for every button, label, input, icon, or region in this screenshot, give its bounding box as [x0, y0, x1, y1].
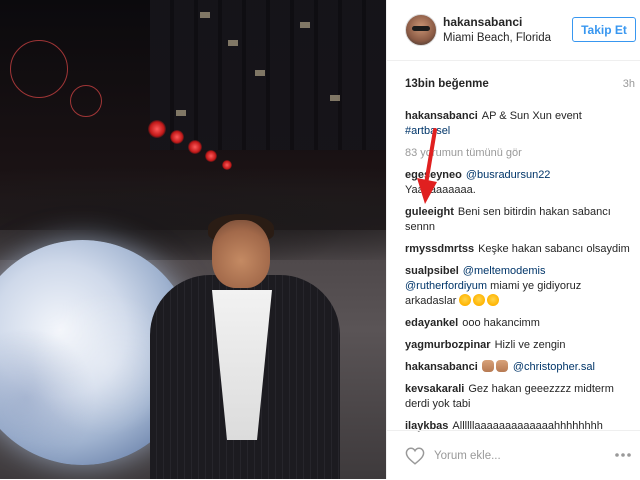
caption: hakansabanci AP & Sun Xun event #artbasel	[405, 109, 635, 139]
fist-bump-emoji-icon	[481, 360, 494, 372]
avatar-glasses	[412, 26, 430, 31]
photo-lamp	[188, 140, 202, 154]
comment-item: yagmurbozpinar Hizli ve zengin	[405, 338, 635, 353]
likes-count[interactable]: 13bin beğenme	[405, 78, 489, 90]
comment-footer	[387, 430, 640, 480]
comment-item: edayankel ooo hakancimm	[405, 316, 635, 331]
photo-window	[228, 40, 238, 46]
comment-username[interactable]: egeseyneo	[405, 169, 462, 181]
photo-window	[176, 110, 186, 116]
comment-list: hakansabanci AP & Sun Xun event #artbasel…	[405, 109, 635, 441]
photo-person	[150, 214, 340, 479]
mention-link[interactable]: @meltemodemis	[463, 265, 546, 277]
follow-button[interactable]: Takip Et	[572, 17, 636, 42]
mention-link[interactable]: @busradursun22	[466, 169, 551, 181]
comment-username[interactable]: hakansabanci	[405, 361, 478, 373]
comment-input[interactable]	[432, 446, 606, 466]
photo-lamp	[170, 130, 184, 144]
photo-face	[212, 220, 270, 288]
photo-sculpture	[70, 85, 102, 117]
heart-eyes-emoji-icon	[459, 294, 472, 306]
comment-username[interactable]: guleeight	[405, 206, 454, 218]
photo-lamp	[205, 150, 217, 162]
more-options-icon[interactable]	[613, 445, 633, 465]
comment-username[interactable]: yagmurbozpinar	[405, 339, 491, 351]
comment-text: ooo hakancimm	[462, 317, 540, 329]
comment-item: sualpsibel @meltemodemis @rutherfordiyum …	[405, 264, 635, 309]
mention-link[interactable]: @rutherfordiyum	[405, 280, 487, 292]
avatar[interactable]	[405, 14, 437, 46]
caption-username[interactable]: hakansabanci	[405, 110, 478, 122]
heart-eyes-emoji-icon	[473, 294, 486, 306]
comment-item: kevsakarali Gez hakan geeezzzz midterm de…	[405, 382, 635, 412]
post-header: hakansabanci Miami Beach, Florida Takip …	[387, 0, 640, 61]
photo-window	[300, 22, 310, 28]
fist-bump-emoji-icon	[495, 360, 508, 372]
photo-window	[255, 70, 265, 76]
post-side-panel: hakansabanci Miami Beach, Florida Takip …	[386, 0, 640, 479]
comment-text: Yaaaaaaaaaa.	[405, 184, 476, 196]
comment-item: guleeight Beni sen bitirdin hakan sabancı…	[405, 205, 635, 235]
photo-window	[200, 12, 210, 18]
comment-username[interactable]: sualpsibel	[405, 265, 459, 277]
post-time[interactable]: 3h	[623, 78, 635, 90]
comment-text: Hizli ve zengin	[494, 339, 566, 351]
photo-building	[150, 0, 386, 150]
hashtag-link[interactable]: #artbasel	[405, 125, 450, 137]
view-all-comments-link[interactable]: 83 yorumun tümünü gör	[405, 146, 635, 161]
caption-text: AP & Sun Xun event	[481, 110, 582, 122]
post-photo[interactable]	[0, 0, 386, 479]
comment-username[interactable]: rmyssdmrtss	[405, 243, 474, 255]
comment-item: hakansabanci @christopher.sal	[405, 360, 635, 375]
heart-icon[interactable]	[405, 447, 425, 465]
location-link[interactable]: Miami Beach, Florida	[443, 32, 551, 44]
instagram-post-view: hakansabanci Miami Beach, Florida Takip …	[0, 0, 640, 479]
comment-item: egeseyneo @busradursun22 Yaaaaaaaaaa.	[405, 168, 635, 198]
photo-lamp	[148, 120, 166, 138]
username-link[interactable]: hakansabanci	[443, 15, 522, 29]
comment-item: rmyssdmrtss Keşke hakan sabancı olsaydim	[405, 242, 635, 257]
heart-eyes-emoji-icon	[487, 294, 500, 306]
photo-window	[330, 95, 340, 101]
comment-username[interactable]: kevsakarali	[405, 383, 464, 395]
comment-text: Keşke hakan sabancı olsaydim	[478, 243, 630, 255]
comment-username[interactable]: edayankel	[405, 317, 458, 329]
mention-link[interactable]: @christopher.sal	[513, 361, 595, 373]
photo-lamp	[222, 160, 232, 170]
photo-sculpture	[10, 40, 68, 98]
